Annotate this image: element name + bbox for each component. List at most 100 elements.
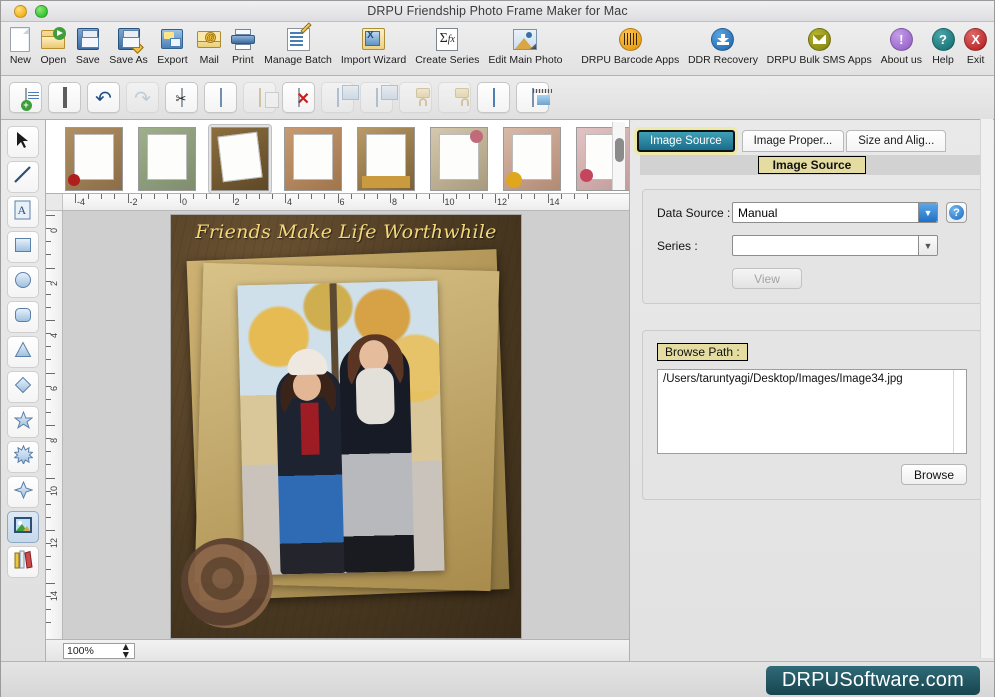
design-page[interactable]: Friends Make Life Worthwhile xyxy=(170,214,522,639)
rectangle-tool[interactable] xyxy=(7,231,39,263)
toolbar-button-open[interactable]: Open xyxy=(36,23,71,66)
paste-button[interactable] xyxy=(243,82,276,113)
toolbar-button-export[interactable]: Export xyxy=(153,23,193,66)
ruler-minor-tick xyxy=(46,556,51,558)
browse-path-textarea[interactable]: /Users/taruntyagi/Desktop/Images/Image34… xyxy=(657,369,967,454)
ruler-label: 0 xyxy=(182,197,188,207)
browse-path-label: Browse Path : xyxy=(657,343,748,361)
tool-palette: A xyxy=(1,120,46,661)
copy-button[interactable] xyxy=(204,82,237,113)
toolbar-button-edit-main-photo[interactable]: Edit Main Photo xyxy=(484,23,567,66)
frame-thumbnail[interactable] xyxy=(281,124,345,193)
triangle-tool[interactable] xyxy=(7,336,39,368)
ellipse-icon xyxy=(14,271,32,294)
zoom-stepper[interactable]: 100% ▲ ▼ xyxy=(63,641,135,660)
edit-toolbar: + ↶ ↷ xyxy=(1,76,994,120)
help-button[interactable]: ? xyxy=(946,202,967,223)
barcode-tool[interactable] xyxy=(7,546,39,578)
unlock-button[interactable] xyxy=(438,82,471,113)
series-select[interactable]: ▼ xyxy=(732,235,938,256)
ruler-minor-tick xyxy=(468,194,470,199)
thumbnail-scrollbar-thumb[interactable] xyxy=(615,138,624,162)
diamond-tool[interactable] xyxy=(7,371,39,403)
picture-tool[interactable] xyxy=(7,511,39,543)
frame-template-strip[interactable] xyxy=(46,120,629,194)
rounded-rectangle-tool[interactable] xyxy=(7,301,39,333)
frame-thumbnail[interactable] xyxy=(135,124,199,193)
toolbar-button-drpu-barcode-apps[interactable]: DRPU Barcode Apps xyxy=(577,23,684,66)
tab-image-properties[interactable]: Image Proper... xyxy=(741,130,845,152)
toolbar-label: Create Series xyxy=(415,54,480,66)
ruler-minor-tick xyxy=(46,306,51,308)
frame-thumbnail-selected[interactable] xyxy=(208,124,272,193)
main-photo[interactable] xyxy=(237,280,445,576)
tab-image-source[interactable]: Image Source xyxy=(637,130,735,152)
ruler-minor-tick xyxy=(311,194,313,199)
ruler-button[interactable] xyxy=(516,82,549,113)
toolbar-button-print[interactable]: Print xyxy=(226,23,260,66)
burst-tool[interactable] xyxy=(7,441,39,473)
ruler-tick xyxy=(46,320,55,321)
cut-button[interactable] xyxy=(165,82,198,113)
ruler-tick xyxy=(46,372,55,374)
frame-thumbnail[interactable] xyxy=(500,124,564,193)
canvas-area[interactable]: Friends Make Life Worthwhile xyxy=(63,211,629,639)
ruler-label: 10 xyxy=(444,197,455,207)
ruler-tick xyxy=(442,194,444,203)
stepper-arrows-icon[interactable]: ▲ ▼ xyxy=(121,641,131,660)
select-tool[interactable] xyxy=(7,126,39,158)
frame-thumbnail[interactable] xyxy=(427,124,491,193)
chevron-down-icon[interactable]: ▼ xyxy=(918,203,937,222)
ungroup-button[interactable] xyxy=(360,82,393,113)
redo-button[interactable]: ↷ xyxy=(126,82,159,113)
panel-section-title: Image Source xyxy=(757,156,867,174)
toolbar-label: Edit Main Photo xyxy=(488,54,563,66)
star-tool[interactable] xyxy=(7,406,39,438)
text-tool[interactable]: A xyxy=(7,196,39,228)
delete-button[interactable] xyxy=(282,82,315,113)
toolbar-button-create-series[interactable]: Σfx Create Series xyxy=(411,23,484,66)
watermark: DRPUSoftware.com xyxy=(765,665,980,695)
select-frame-button[interactable] xyxy=(48,82,81,113)
toolbar-button-about-us[interactable]: ! About us xyxy=(876,23,927,66)
toolbar-button-drpu-bulk-sms-apps[interactable]: DRPU Bulk SMS Apps xyxy=(762,23,875,66)
data-source-group: Data Source : Manual ▼ ? Series : ▼ View xyxy=(642,189,982,304)
lock-button[interactable] xyxy=(399,82,432,113)
ruler-minor-tick xyxy=(508,194,510,199)
line-tool[interactable] xyxy=(7,161,39,193)
toolbar-button-ddr-recovery[interactable]: DDR Recovery xyxy=(684,23,763,66)
ruler-minor-tick xyxy=(376,194,378,199)
browse-button[interactable]: Browse xyxy=(901,464,967,485)
path-scrollbar[interactable] xyxy=(953,370,966,453)
ruler-tick xyxy=(390,194,391,203)
tab-size-and-alignment[interactable]: Size and Alig... xyxy=(846,130,947,152)
chevron-down-icon[interactable]: ▼ xyxy=(918,236,937,255)
ellipse-tool[interactable] xyxy=(7,266,39,298)
ruler-minor-tick xyxy=(46,595,51,597)
toolbar-button-new[interactable]: New xyxy=(5,23,36,66)
ruler-minor-tick xyxy=(114,194,116,199)
group-button[interactable] xyxy=(321,82,354,113)
toolbar-button-mail[interactable]: @ Mail xyxy=(192,23,226,66)
view-button[interactable]: View xyxy=(732,268,802,289)
grid-button[interactable] xyxy=(477,82,510,113)
undo-button[interactable]: ↶ xyxy=(87,82,120,113)
four-point-star-tool[interactable] xyxy=(7,476,39,508)
ruler-minor-tick xyxy=(324,194,326,199)
toolbar-button-help[interactable]: ? Help xyxy=(927,23,960,66)
toolbar-button-import-wizard[interactable]: Import Wizard xyxy=(336,23,410,66)
frame-thumbnail[interactable] xyxy=(62,124,126,193)
frame-thumbnail[interactable] xyxy=(354,124,418,193)
thumbnail-scrollbar[interactable] xyxy=(612,122,625,190)
add-page-button[interactable]: + xyxy=(9,82,42,113)
data-source-select[interactable]: Manual ▼ xyxy=(732,202,938,223)
toolbar-button-exit[interactable]: X Exit xyxy=(959,23,992,66)
toolbar-button-save-as[interactable]: Save As xyxy=(105,23,153,66)
ruler-minor-tick xyxy=(258,194,260,199)
barcode-circle-icon xyxy=(618,24,642,54)
ruler-minor-tick xyxy=(534,194,536,199)
panel-scrollbar[interactable] xyxy=(980,119,993,658)
toolbar-button-save[interactable]: Save xyxy=(71,23,105,66)
ruler-minor-tick xyxy=(46,543,51,545)
toolbar-button-manage-batch[interactable]: Manage Batch xyxy=(260,21,337,66)
